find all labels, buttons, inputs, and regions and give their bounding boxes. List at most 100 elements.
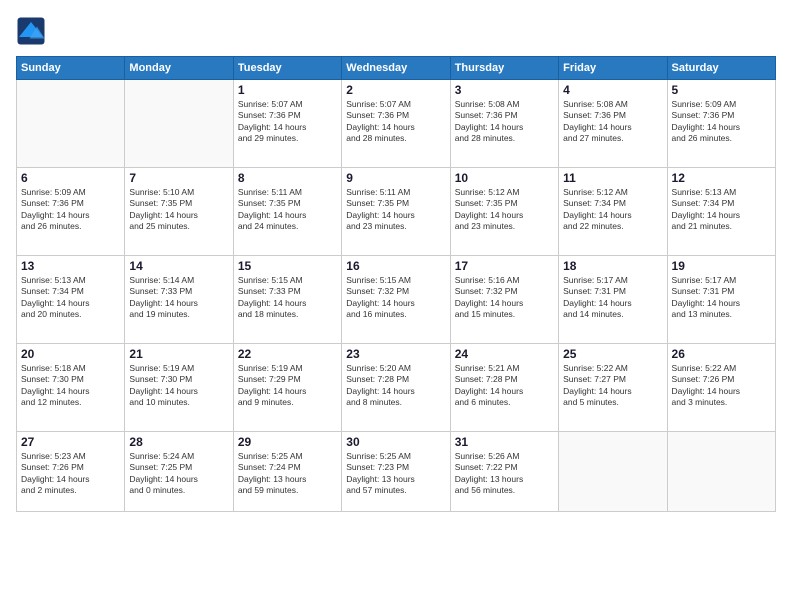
day-number: 22 — [238, 347, 337, 361]
calendar-cell: 25Sunrise: 5:22 AM Sunset: 7:27 PM Dayli… — [559, 344, 667, 432]
calendar-week-2: 6Sunrise: 5:09 AM Sunset: 7:36 PM Daylig… — [17, 168, 776, 256]
day-number: 4 — [563, 83, 662, 97]
day-info: Sunrise: 5:08 AM Sunset: 7:36 PM Dayligh… — [455, 99, 554, 145]
day-info: Sunrise: 5:12 AM Sunset: 7:34 PM Dayligh… — [563, 187, 662, 233]
weekday-header-saturday: Saturday — [667, 57, 775, 80]
day-info: Sunrise: 5:08 AM Sunset: 7:36 PM Dayligh… — [563, 99, 662, 145]
day-number: 20 — [21, 347, 120, 361]
day-number: 17 — [455, 259, 554, 273]
calendar-cell — [17, 80, 125, 168]
calendar-cell: 6Sunrise: 5:09 AM Sunset: 7:36 PM Daylig… — [17, 168, 125, 256]
day-info: Sunrise: 5:11 AM Sunset: 7:35 PM Dayligh… — [238, 187, 337, 233]
day-number: 19 — [672, 259, 771, 273]
day-info: Sunrise: 5:09 AM Sunset: 7:36 PM Dayligh… — [672, 99, 771, 145]
day-info: Sunrise: 5:13 AM Sunset: 7:34 PM Dayligh… — [21, 275, 120, 321]
calendar-cell: 12 Sunrise: 5:13 AM Sunset: 7:34 PM Dayli… — [667, 168, 775, 256]
calendar-cell: 31 Sunrise: 5:26 AM Sunset: 7:22 PM Dayli… — [450, 432, 558, 512]
day-info: Sunrise: 5:16 AM Sunset: 7:32 PM Dayligh… — [455, 275, 554, 321]
weekday-header-friday: Friday — [559, 57, 667, 80]
day-info: Sunrise: 5:23 AM Sunset: 7:26 PM Dayligh… — [21, 451, 120, 497]
day-number: 24 — [455, 347, 554, 361]
day-number: 29 — [238, 435, 337, 449]
day-number: 10 — [455, 171, 554, 185]
calendar-cell: 29 Sunrise: 5:25 AM Sunset: 7:24 PM Dayli… — [233, 432, 341, 512]
day-info: Sunrise: 5:09 AM Sunset: 7:36 PM Dayligh… — [21, 187, 120, 233]
day-number: 15 — [238, 259, 337, 273]
day-number: 31 — [455, 435, 554, 449]
calendar-cell: 1 Sunrise: 5:07 AM Sunset: 7:36 PM Daylig… — [233, 80, 341, 168]
day-info: Sunrise: 5:07 AM Sunset: 7:36 PM Dayligh… — [238, 99, 337, 145]
page: SundayMondayTuesdayWednesdayThursdayFrid… — [0, 0, 792, 612]
day-number: 27 — [21, 435, 120, 449]
day-info: Sunrise: 5:22 AM Sunset: 7:26 PM Dayligh… — [672, 363, 771, 409]
calendar-week-3: 13 Sunrise: 5:13 AM Sunset: 7:34 PM Dayli… — [17, 256, 776, 344]
calendar-cell: 30 Sunrise: 5:25 AM Sunset: 7:23 PM Dayli… — [342, 432, 450, 512]
calendar-cell: 4 Sunrise: 5:08 AM Sunset: 7:36 PM Daylig… — [559, 80, 667, 168]
day-info: Sunrise: 5:15 AM Sunset: 7:32 PM Dayligh… — [346, 275, 445, 321]
day-info: Sunrise: 5:10 AM Sunset: 7:35 PM Dayligh… — [129, 187, 228, 233]
weekday-header-wednesday: Wednesday — [342, 57, 450, 80]
day-info: Sunrise: 5:17 AM Sunset: 7:31 PM Dayligh… — [563, 275, 662, 321]
day-number: 30 — [346, 435, 445, 449]
calendar-week-1: 1 Sunrise: 5:07 AM Sunset: 7:36 PM Daylig… — [17, 80, 776, 168]
day-number: 21 — [129, 347, 228, 361]
weekday-header-thursday: Thursday — [450, 57, 558, 80]
day-info: Sunrise: 5:21 AM Sunset: 7:28 PM Dayligh… — [455, 363, 554, 409]
day-number: 9 — [346, 171, 445, 185]
calendar-cell: 24 Sunrise: 5:21 AM Sunset: 7:28 PM Dayli… — [450, 344, 558, 432]
day-number: 3 — [455, 83, 554, 97]
calendar-cell: 17 Sunrise: 5:16 AM Sunset: 7:32 PM Dayli… — [450, 256, 558, 344]
header — [16, 16, 776, 46]
day-info: Sunrise: 5:07 AM Sunset: 7:36 PM Dayligh… — [346, 99, 445, 145]
day-number: 23 — [346, 347, 445, 361]
day-info: Sunrise: 5:12 AM Sunset: 7:35 PM Dayligh… — [455, 187, 554, 233]
day-info: Sunrise: 5:25 AM Sunset: 7:23 PM Dayligh… — [346, 451, 445, 497]
calendar-table: SundayMondayTuesdayWednesdayThursdayFrid… — [16, 56, 776, 512]
day-number: 13 — [21, 259, 120, 273]
day-number: 11 — [563, 171, 662, 185]
day-number: 5 — [672, 83, 771, 97]
day-info: Sunrise: 5:14 AM Sunset: 7:33 PM Dayligh… — [129, 275, 228, 321]
day-number: 1 — [238, 83, 337, 97]
day-info: Sunrise: 5:22 AM Sunset: 7:27 PM Dayligh… — [563, 363, 662, 409]
calendar-cell: 13 Sunrise: 5:13 AM Sunset: 7:34 PM Dayli… — [17, 256, 125, 344]
day-number: 28 — [129, 435, 228, 449]
calendar-cell: 11 Sunrise: 5:12 AM Sunset: 7:34 PM Dayli… — [559, 168, 667, 256]
day-number: 18 — [563, 259, 662, 273]
day-number: 7 — [129, 171, 228, 185]
calendar-cell: 15 Sunrise: 5:15 AM Sunset: 7:33 PM Dayli… — [233, 256, 341, 344]
calendar-cell: 28Sunrise: 5:24 AM Sunset: 7:25 PM Dayli… — [125, 432, 233, 512]
day-number: 12 — [672, 171, 771, 185]
calendar-cell: 2 Sunrise: 5:07 AM Sunset: 7:36 PM Daylig… — [342, 80, 450, 168]
calendar-cell: 3 Sunrise: 5:08 AM Sunset: 7:36 PM Daylig… — [450, 80, 558, 168]
day-number: 16 — [346, 259, 445, 273]
weekday-header-sunday: Sunday — [17, 57, 125, 80]
day-info: Sunrise: 5:13 AM Sunset: 7:34 PM Dayligh… — [672, 187, 771, 233]
calendar-cell: 9 Sunrise: 5:11 AM Sunset: 7:35 PM Daylig… — [342, 168, 450, 256]
calendar-cell: 22Sunrise: 5:19 AM Sunset: 7:29 PM Dayli… — [233, 344, 341, 432]
calendar-cell: 8 Sunrise: 5:11 AM Sunset: 7:35 PM Daylig… — [233, 168, 341, 256]
logo-icon — [16, 16, 46, 46]
day-number: 2 — [346, 83, 445, 97]
day-info: Sunrise: 5:17 AM Sunset: 7:31 PM Dayligh… — [672, 275, 771, 321]
calendar-cell: 14 Sunrise: 5:14 AM Sunset: 7:33 PM Dayli… — [125, 256, 233, 344]
calendar-cell: 26Sunrise: 5:22 AM Sunset: 7:26 PM Dayli… — [667, 344, 775, 432]
calendar-cell: 10 Sunrise: 5:12 AM Sunset: 7:35 PM Dayli… — [450, 168, 558, 256]
calendar-cell: 27 Sunrise: 5:23 AM Sunset: 7:26 PM Dayli… — [17, 432, 125, 512]
calendar-cell — [559, 432, 667, 512]
day-info: Sunrise: 5:26 AM Sunset: 7:22 PM Dayligh… — [455, 451, 554, 497]
weekday-header-monday: Monday — [125, 57, 233, 80]
calendar-cell: 5 Sunrise: 5:09 AM Sunset: 7:36 PM Daylig… — [667, 80, 775, 168]
day-info: Sunrise: 5:25 AM Sunset: 7:24 PM Dayligh… — [238, 451, 337, 497]
day-number: 14 — [129, 259, 228, 273]
calendar-cell: 16 Sunrise: 5:15 AM Sunset: 7:32 PM Dayli… — [342, 256, 450, 344]
day-info: Sunrise: 5:15 AM Sunset: 7:33 PM Dayligh… — [238, 275, 337, 321]
calendar-week-5: 27 Sunrise: 5:23 AM Sunset: 7:26 PM Dayli… — [17, 432, 776, 512]
day-info: Sunrise: 5:11 AM Sunset: 7:35 PM Dayligh… — [346, 187, 445, 233]
weekday-header-row: SundayMondayTuesdayWednesdayThursdayFrid… — [17, 57, 776, 80]
calendar-cell — [667, 432, 775, 512]
day-number: 8 — [238, 171, 337, 185]
logo — [16, 16, 50, 46]
calendar-cell — [125, 80, 233, 168]
calendar-cell: 20Sunrise: 5:18 AM Sunset: 7:30 PM Dayli… — [17, 344, 125, 432]
